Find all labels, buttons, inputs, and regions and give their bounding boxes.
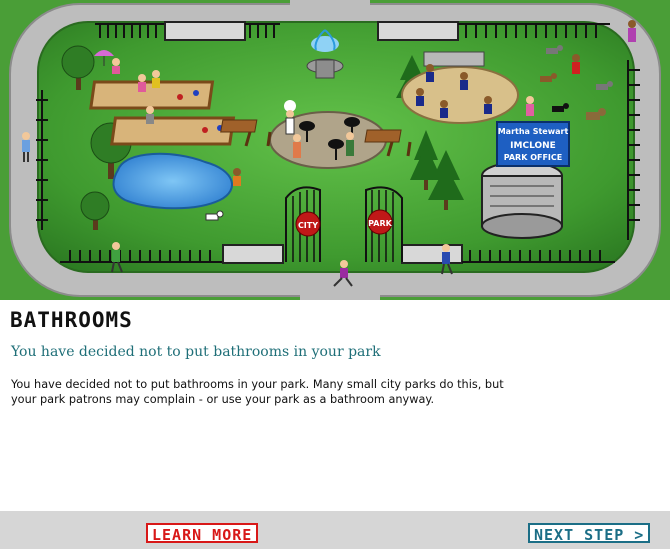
- office-sign-line1: Martha Stewart: [498, 127, 569, 136]
- decision-subheading: You have decided not to put bathrooms in…: [11, 344, 381, 360]
- info-panel: BATHROOMS You have decided not to put ba…: [0, 300, 670, 511]
- person-top-right-walkway: [628, 20, 636, 42]
- person-picnic: [112, 58, 120, 74]
- office-sign-line2: IMCLONE: [510, 141, 556, 151]
- bench-top-left: [164, 21, 246, 41]
- page-title: BATHROOMS: [10, 308, 133, 332]
- gate-left-sign: CITY: [298, 221, 318, 230]
- park-scene: Martha Stewart IMCLONE PARK OFFICE CITY …: [0, 0, 670, 300]
- office-sign-line3: PARK OFFICE: [504, 153, 563, 162]
- gate-right-sign: PARK: [368, 219, 392, 228]
- top-entrance: [290, 0, 370, 16]
- person-7: [526, 96, 534, 116]
- person-3: [146, 106, 154, 124]
- footer-bar: LEARN MORE NEXT STEP >: [0, 511, 670, 549]
- player-3: [416, 88, 424, 106]
- next-step-button[interactable]: NEXT STEP >: [528, 523, 651, 544]
- person-8: [572, 54, 580, 74]
- bench-bottom-right: [401, 244, 463, 264]
- bench-top-right: [377, 21, 459, 41]
- player-4: [440, 100, 448, 118]
- park-office-building: [481, 161, 563, 239]
- learn-more-button[interactable]: LEARN MORE: [146, 523, 259, 544]
- bleachers: [423, 51, 485, 67]
- bench-bottom-left: [222, 244, 284, 264]
- bocce-court-2: [110, 116, 236, 146]
- person-5: [346, 132, 354, 156]
- player-1: [426, 64, 434, 82]
- decision-description: You have decided not to put bathrooms in…: [11, 378, 504, 406]
- person-4: [293, 134, 301, 158]
- person-2: [152, 70, 160, 88]
- person-6: [233, 168, 241, 186]
- player-2: [460, 72, 468, 90]
- player-5: [484, 96, 492, 114]
- person-1: [138, 74, 146, 92]
